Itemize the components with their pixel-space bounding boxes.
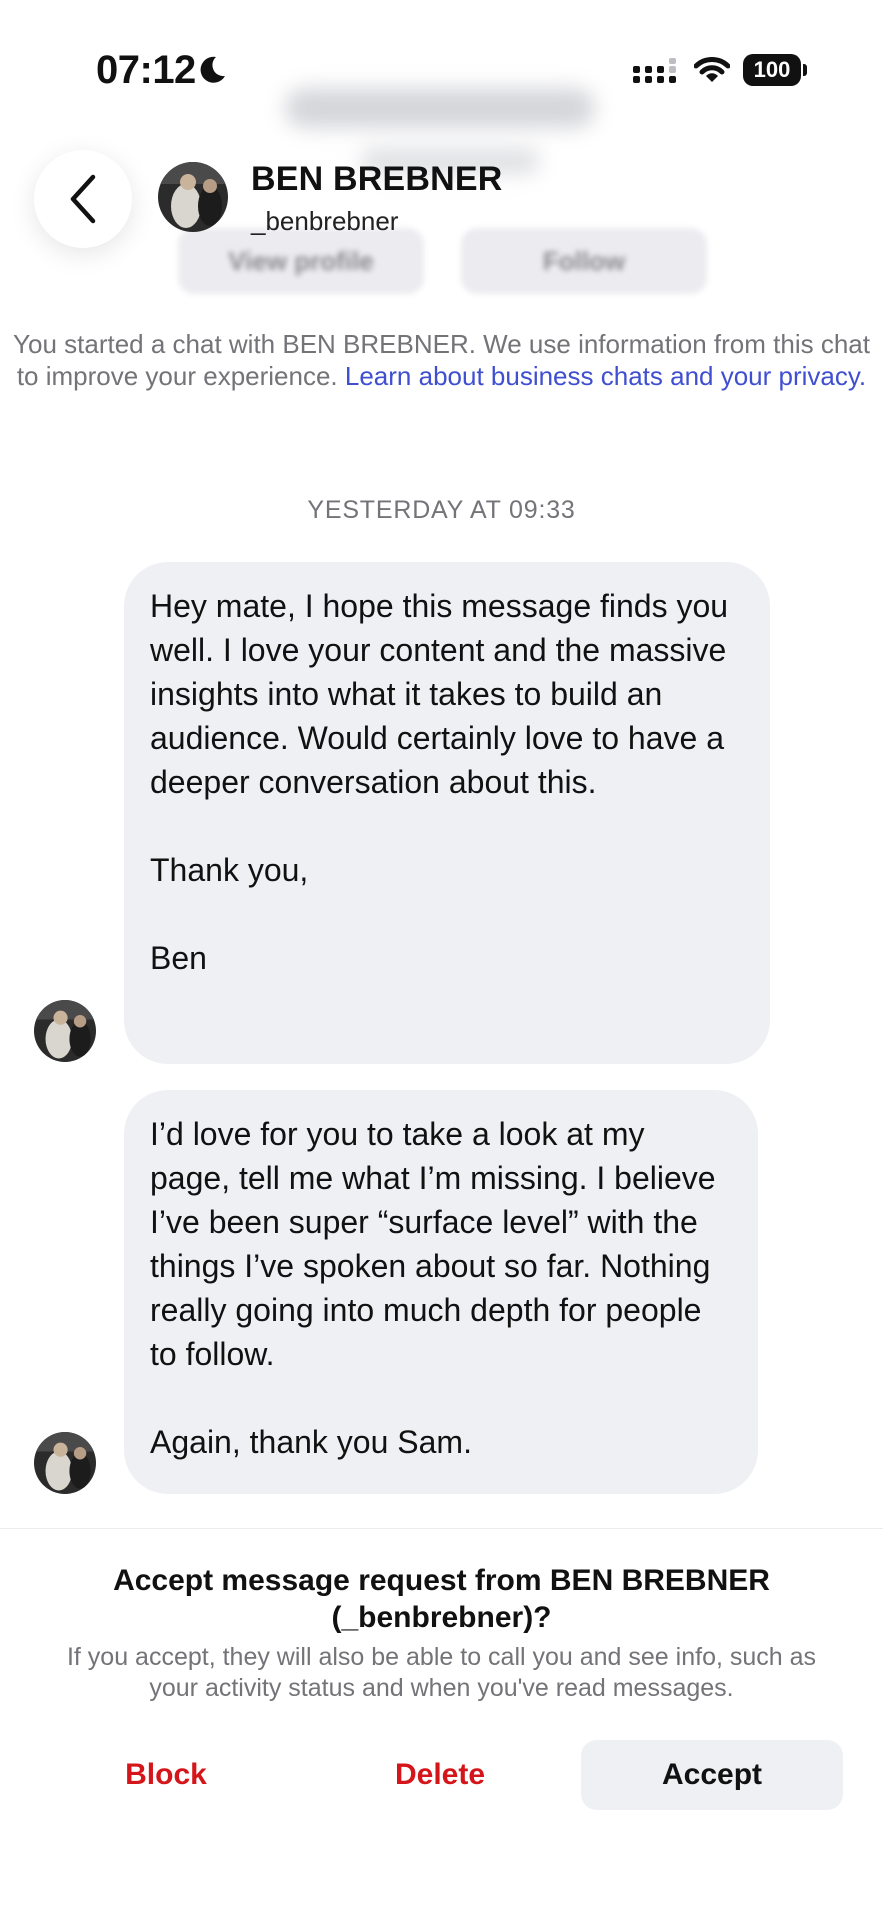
divider bbox=[0, 1528, 883, 1529]
chevron-left-icon bbox=[70, 174, 96, 224]
message-timestamp: YESTERDAY AT 09:33 bbox=[307, 496, 576, 524]
view-profile-button[interactable]: View profile bbox=[178, 228, 424, 294]
contact-name: BEN BREBNER bbox=[251, 160, 503, 198]
sender-avatar[interactable] bbox=[34, 1432, 96, 1494]
business-chat-notice: You started a chat with BEN BREBNER. We … bbox=[10, 328, 873, 392]
message-bubble[interactable]: I’d love for you to take a look at my pa… bbox=[124, 1090, 758, 1494]
status-time: 07:12 bbox=[96, 48, 196, 92]
sender-avatar[interactable] bbox=[34, 1000, 96, 1062]
follow-button[interactable]: Follow bbox=[461, 228, 707, 294]
message-text: I’d love for you to take a look at my pa… bbox=[150, 1116, 716, 1372]
blurred-profile-name bbox=[285, 88, 595, 128]
contact-handle: _benbrebner bbox=[251, 206, 399, 236]
request-title: Accept message request from BEN BREBNER … bbox=[113, 1564, 770, 1634]
request-description: If you accept, they will also be able to… bbox=[66, 1643, 817, 1702]
battery-level: 100 bbox=[743, 54, 801, 86]
battery-icon: 100 bbox=[743, 54, 807, 86]
moon-icon bbox=[200, 56, 225, 83]
message-text: Ben bbox=[150, 940, 207, 976]
delete-button[interactable]: Delete bbox=[340, 1740, 540, 1810]
message-bubble[interactable]: Hey mate, I hope this message finds you … bbox=[124, 562, 770, 1064]
privacy-link[interactable]: Learn about business chats and your priv… bbox=[345, 361, 866, 391]
message-text: Hey mate, I hope this message finds you … bbox=[150, 588, 729, 800]
avatar[interactable] bbox=[158, 162, 228, 232]
signal-icon bbox=[633, 58, 676, 83]
wifi-icon bbox=[694, 57, 730, 82]
message-text: Again, thank you Sam. bbox=[150, 1424, 472, 1460]
block-button[interactable]: Block bbox=[66, 1740, 266, 1810]
accept-button[interactable]: Accept bbox=[581, 1740, 843, 1810]
message-text: Thank you, bbox=[150, 852, 309, 888]
back-button[interactable] bbox=[34, 150, 132, 248]
